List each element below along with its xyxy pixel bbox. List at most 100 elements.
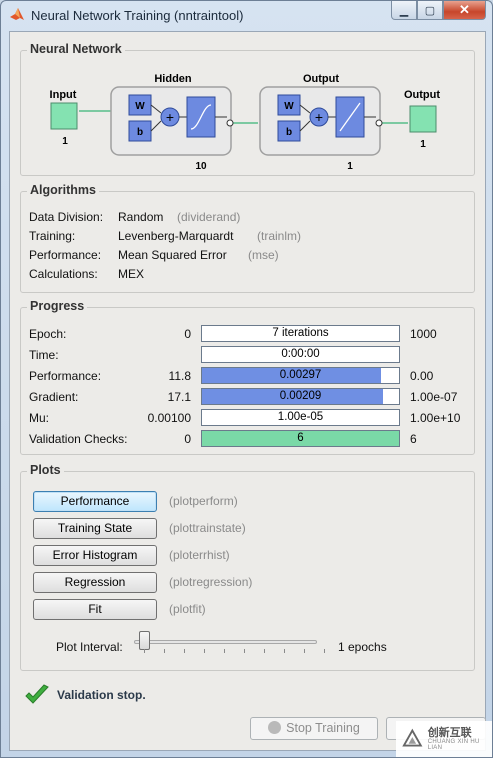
algo-fn-training: (trainlm) xyxy=(257,229,301,243)
progress-start-gradient: 17.1 xyxy=(167,390,191,404)
output-layer-size: 1 xyxy=(347,161,353,172)
fit-plot-fn: (plotfit) xyxy=(169,602,206,616)
close-button[interactable]: ✕ xyxy=(443,1,486,20)
performance-plot-button[interactable]: Performance xyxy=(33,491,157,512)
input-size: 1 xyxy=(62,136,68,147)
algo-value-performance: Mean Squared Error xyxy=(118,248,227,262)
minimize-icon: ▁ xyxy=(399,4,409,17)
input-label: Input xyxy=(50,89,77,101)
slider-tick xyxy=(324,649,325,653)
progress-label-performance: Performance: xyxy=(29,369,102,383)
algo-value-division: Random xyxy=(118,210,164,224)
input-node xyxy=(50,102,78,130)
panel-title-plots: Plots xyxy=(27,463,64,477)
slider-tick xyxy=(284,649,285,653)
watermark-subtext: CHUANG XIN HU LIAN xyxy=(427,739,480,751)
status-text: Validation stop. xyxy=(57,688,146,702)
progress-bar-text: 1.00e-05 xyxy=(277,411,324,423)
algo-value-training: Levenberg-Marquardt xyxy=(118,229,234,243)
progress-bar-performance: 0.00297 xyxy=(201,367,400,384)
progress-bar-text: 0.00297 xyxy=(279,369,322,381)
error-histogram-plot-fn: (ploterrhist) xyxy=(169,548,230,562)
progress-end-mu: 1.00e+10 xyxy=(410,411,461,425)
regression-plot-button[interactable]: Regression xyxy=(33,572,157,593)
stop-training-button[interactable]: Stop Training xyxy=(250,717,378,740)
watermark-logo xyxy=(402,728,423,747)
slider-tick xyxy=(244,649,245,653)
progress-label-gradient: Gradient: xyxy=(29,390,79,404)
output-node xyxy=(409,105,437,133)
progress-start-epoch: 0 xyxy=(184,327,191,341)
hidden-sum-symbol: + xyxy=(166,109,174,125)
output-label: Output xyxy=(404,89,440,101)
progress-end-performance: 0.00 xyxy=(410,369,434,383)
matlab-icon xyxy=(10,8,24,20)
slider-tick xyxy=(144,649,145,653)
progress-label-validationchecks: Validation Checks: xyxy=(29,432,128,446)
algo-fn-division: (dividerand) xyxy=(177,210,241,224)
performance-plot-fn: (plotperform) xyxy=(169,494,238,508)
algorithms-panel: Algorithms Data Division: Random (divide… xyxy=(20,183,475,293)
output-weight-label: W xyxy=(284,101,294,112)
window-title: Neural Network Training (nntraintool) xyxy=(31,8,244,23)
slider-tick xyxy=(264,649,265,653)
algo-value-calculations: MEX xyxy=(118,267,145,281)
algo-label-training: Training: xyxy=(29,229,76,243)
algo-fn-performance: (mse) xyxy=(248,248,279,262)
watermark: 创新互联 CHUANG XIN HU LIAN xyxy=(396,721,492,757)
progress-label-epoch: Epoch: xyxy=(29,327,67,341)
client-area: Neural Network Input 1 Hidden W b + 10 O… xyxy=(9,31,486,751)
error-histogram-plot-button[interactable]: Error Histogram xyxy=(33,545,157,566)
plot-interval-slider[interactable] xyxy=(134,640,317,644)
slider-tick xyxy=(164,649,165,653)
progress-start-performance: 11.8 xyxy=(168,369,191,383)
minimize-button[interactable]: ▁ xyxy=(391,1,417,20)
fit-plot-button[interactable]: Fit xyxy=(33,599,157,620)
progress-bar-gradient: 0.00209 xyxy=(201,388,400,405)
progress-bar-epoch: 7 iterations xyxy=(201,325,400,342)
close-icon: ✕ xyxy=(459,2,470,17)
hidden-bias-label: b xyxy=(137,127,143,138)
hidden-size: 10 xyxy=(195,161,207,172)
progress-label-time: Time: xyxy=(29,348,59,362)
plot-interval-value: 1 epochs xyxy=(338,640,387,654)
progress-bar-text: 6 xyxy=(297,432,304,444)
slider-tick xyxy=(304,649,305,653)
progress-bar-mu: 1.00e-05 xyxy=(201,409,400,426)
progress-start-mu: 0.00100 xyxy=(147,411,191,425)
output-layer-label: Output xyxy=(303,73,339,85)
panel-title-progress: Progress xyxy=(27,299,88,313)
stop-icon xyxy=(268,721,282,734)
progress-panel: Progress Epoch: 0 7 iterations 1000 Time: 0:0… xyxy=(20,299,475,455)
output-size: 1 xyxy=(420,139,426,150)
slider-tick xyxy=(204,649,205,653)
progress-end-gradient: 1.00e-07 xyxy=(410,390,458,404)
title-bar[interactable]: Neural Network Training (nntraintool) ▁ … xyxy=(1,1,492,29)
checkmark-icon xyxy=(25,684,49,704)
training-state-plot-button[interactable]: Training State xyxy=(33,518,157,539)
progress-start-validationchecks: 0 xyxy=(184,432,191,446)
panel-title-algorithms: Algorithms xyxy=(27,183,99,197)
output-sum-symbol: + xyxy=(315,109,323,125)
algo-label-performance: Performance: xyxy=(29,248,102,262)
output-bias-label: b xyxy=(286,127,292,138)
progress-bar-validationchecks: 6 xyxy=(201,430,400,447)
hidden-layer-label: Hidden xyxy=(154,73,192,85)
network-diagram: Input 1 Hidden W b + 10 Output W b + 1 O… xyxy=(50,73,441,172)
algo-label-division: Data Division: xyxy=(29,210,104,224)
progress-end-validationchecks: 6 xyxy=(410,432,417,446)
hidden-weight-label: W xyxy=(135,101,145,112)
window: Neural Network Training (nntraintool) ▁ … xyxy=(0,0,493,758)
neural-network-panel: Neural Network Input 1 Hidden W b + 10 O… xyxy=(20,42,475,176)
plot-interval-label: Plot Interval: xyxy=(56,640,123,654)
progress-end-epoch: 1000 xyxy=(410,327,437,341)
progress-bar-text: 7 iterations xyxy=(272,327,329,339)
slider-tick xyxy=(224,649,225,653)
maximize-button[interactable]: ▢ xyxy=(417,1,443,20)
algo-label-calculations: Calculations: xyxy=(29,267,98,281)
progress-bar-text: 0:00:00 xyxy=(281,348,320,360)
progress-bar-text: 0.00209 xyxy=(279,390,322,402)
maximize-icon: ▢ xyxy=(424,4,436,17)
plot-interval-slider-thumb[interactable] xyxy=(139,631,150,650)
progress-label-mu: Mu: xyxy=(29,411,50,425)
